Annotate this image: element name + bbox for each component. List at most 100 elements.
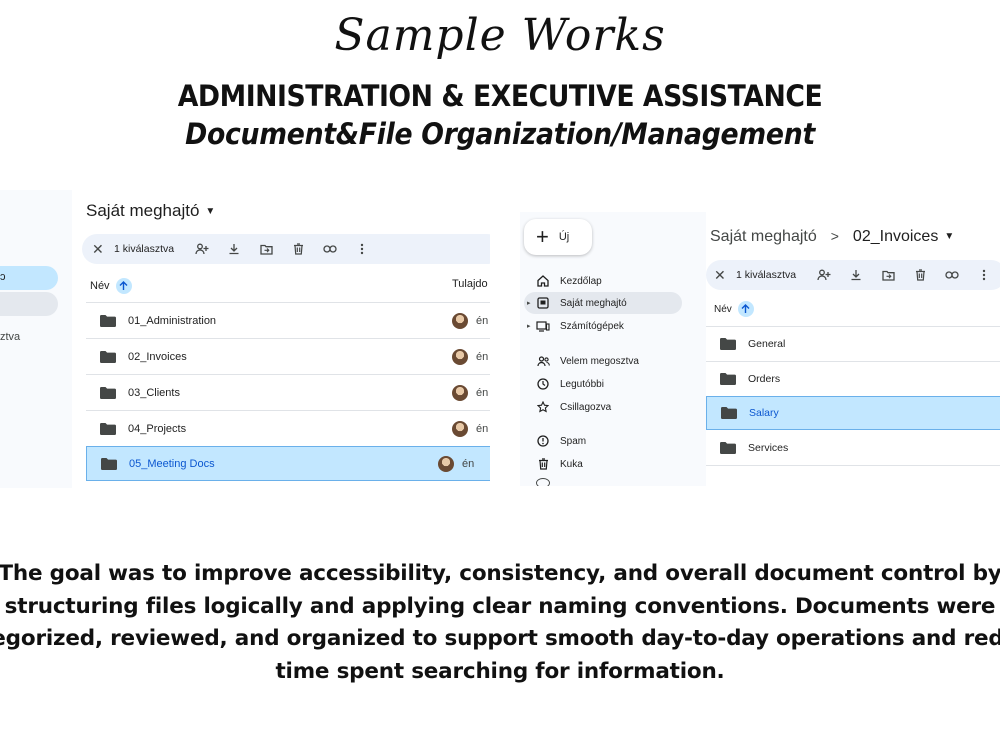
row-name: General (748, 338, 786, 350)
sort-ascending-icon[interactable] (737, 301, 754, 317)
folder-icon (721, 407, 737, 419)
table-row-selected[interactable]: Salary (706, 396, 1000, 430)
sidebar-item-my-drive[interactable]: ▸ Saját meghajtó (524, 292, 682, 314)
table-row[interactable]: 03_Clients én (86, 375, 490, 410)
caret-down-icon[interactable]: ▼ (944, 231, 954, 242)
move-icon[interactable] (250, 239, 282, 259)
script-title: Sample Works (334, 10, 666, 61)
sidebar-item-computers[interactable]: ▸ Számítógépek (524, 315, 682, 337)
row-name: Orders (748, 373, 781, 385)
sidebar-item-active[interactable] (0, 266, 58, 290)
row-owner: én (476, 422, 489, 435)
table-row[interactable]: 04_Projects én (86, 411, 490, 446)
sidebar-item-starred[interactable]: Csillagozva (524, 396, 682, 418)
sidebar-item-shared[interactable]: Velem megosztva (524, 350, 682, 372)
sidebar-item-label: Csillagozva (560, 401, 612, 413)
sidebar-item-trash[interactable]: Kuka (524, 453, 682, 475)
row-name: 01_Administration (128, 314, 217, 327)
folder-icon (101, 457, 117, 470)
sidebar-item-label: Kezdőlap (560, 275, 602, 287)
drive-icon (536, 296, 550, 310)
download-icon[interactable] (218, 239, 250, 259)
shared-icon (536, 354, 550, 368)
folder-icon (100, 386, 116, 399)
table-row[interactable]: 01_Administration én (86, 303, 490, 338)
breadcrumb-parent[interactable]: Saját meghajtó (710, 228, 817, 245)
selection-toolbar: ✕ 1 kiválasztva (706, 260, 1000, 290)
row-owner: én (476, 350, 489, 363)
row-name: Salary (749, 407, 779, 419)
file-list-panel: Saját meghajtó >02_Invoices ▼ ✕ 1 kiválasz… (706, 212, 1000, 486)
breadcrumb-current: Saját meghajtó (86, 201, 200, 220)
storage-icon (536, 478, 550, 486)
main-title: ADMINISTRATION & EXECUTIVE ASSISTANCE (177, 79, 823, 113)
folder-icon (720, 373, 736, 385)
table-row[interactable]: General (706, 327, 1000, 361)
close-icon[interactable]: ✕ (714, 267, 736, 284)
more-icon[interactable] (346, 239, 378, 259)
sidebar-item-shared-fragment[interactable]: ztva (0, 331, 20, 343)
new-button-label: Új (558, 231, 570, 243)
trash-icon[interactable] (282, 239, 314, 259)
table-row[interactable]: 02_Invoices én (86, 339, 490, 374)
link-icon[interactable] (314, 239, 346, 259)
more-icon[interactable] (968, 265, 1000, 285)
sidebar-item-label: Velem megosztva (560, 355, 639, 367)
selection-count: 1 kiválasztva (114, 243, 175, 255)
description: The goal was to improve accessibility, c… (0, 561, 1000, 684)
breadcrumb-current[interactable]: 02_Invoices (853, 228, 938, 245)
folder-icon (720, 442, 736, 454)
breadcrumb: Saját meghajtó >02_Invoices ▼ (710, 228, 954, 246)
table-row-selected[interactable]: 05_Meeting Docs én (86, 446, 490, 481)
sidebar-item-label: Spam (560, 435, 587, 447)
drive-screenshot-invoices: + Új Kezdőlap ▸ Saját meghajtó ▸ Számító… (520, 212, 1000, 486)
avatar (452, 420, 468, 437)
column-header-owner[interactable]: Tulajdo (452, 278, 488, 290)
table-row[interactable]: Orders (706, 362, 1000, 396)
sidebar-item-label: Legutóbbi (560, 378, 604, 390)
row-owner: én (476, 314, 489, 327)
chevron-right-icon[interactable]: ▸ (527, 322, 531, 330)
folder-icon (100, 350, 116, 363)
new-button[interactable]: + Új (524, 219, 592, 255)
subtitle: Document&File Organization/Management (185, 117, 815, 151)
share-icon[interactable] (186, 239, 218, 259)
table-row[interactable]: Services (706, 431, 1000, 465)
avatar (452, 384, 468, 401)
sidebar-item-recent[interactable]: Legutóbbi (524, 373, 682, 395)
trash-icon[interactable] (904, 265, 936, 285)
folder-icon (100, 314, 116, 327)
sidebar-item-home[interactable]: Kezdőlap (524, 270, 682, 292)
plus-icon: + (536, 224, 549, 249)
computer-icon (536, 319, 550, 333)
column-header-name-label: Név (90, 280, 110, 292)
avatar (452, 348, 468, 365)
column-header-name[interactable]: Név (90, 278, 132, 294)
row-name: Services (748, 442, 789, 454)
chevron-right-icon[interactable]: ▸ (527, 299, 531, 307)
row-owner: én (476, 386, 489, 399)
drive-screenshot-my-drive: ɔ ztva Saját meghajtó ▼ ✕ 1 kiválasztva (0, 190, 490, 488)
caret-down-icon: ▼ (205, 206, 216, 217)
sidebar-item-label: Kuka (560, 458, 583, 470)
move-icon[interactable] (872, 265, 904, 285)
close-icon[interactable]: ✕ (92, 241, 114, 258)
row-name: 03_Clients (128, 386, 180, 399)
link-icon[interactable] (936, 265, 968, 285)
divider (706, 465, 1000, 466)
breadcrumb[interactable]: Saját meghajtó ▼ (86, 201, 215, 221)
share-icon[interactable] (808, 265, 840, 285)
sidebar-item-hover[interactable] (0, 292, 58, 316)
row-owner: én (462, 457, 475, 470)
trash-icon (536, 457, 550, 471)
sort-ascending-icon[interactable] (115, 278, 132, 294)
selection-toolbar: ✕ 1 kiválasztva (82, 234, 490, 264)
sidebar-item-active-fragment: ɔ (0, 271, 6, 283)
row-name: 04_Projects (128, 422, 187, 435)
column-header-name-label: Név (714, 303, 732, 315)
spam-icon (536, 434, 550, 448)
sidebar-item-spam[interactable]: Spam (524, 430, 682, 452)
avatar (452, 312, 468, 329)
download-icon[interactable] (840, 265, 872, 285)
column-header-name[interactable]: Név (714, 301, 754, 317)
